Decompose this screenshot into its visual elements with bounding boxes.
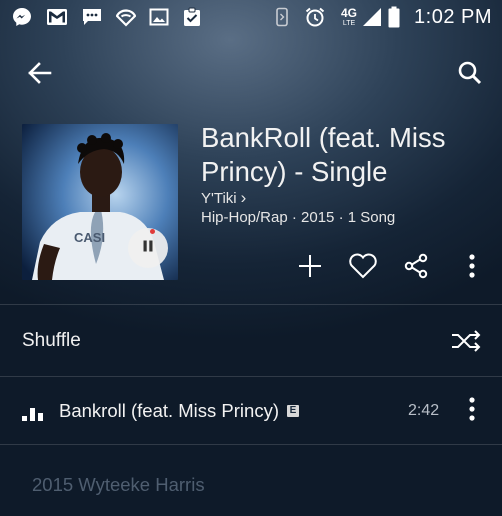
more-options-button[interactable] <box>456 252 488 284</box>
chevron-right-icon: › <box>240 188 247 207</box>
shirt-print-text: CASI <box>74 230 105 245</box>
shuffle-row[interactable]: Shuffle <box>0 306 502 376</box>
signal-icon <box>360 7 384 27</box>
more-vertical-icon <box>468 396 476 427</box>
track-title-text: Bankroll (feat. Miss Princy) <box>59 400 279 421</box>
vibrate-icon <box>271 7 293 27</box>
artist-link[interactable]: Y'Tiki › <box>201 188 246 208</box>
track-more-button[interactable] <box>458 396 486 426</box>
divider <box>0 304 502 305</box>
divider <box>0 444 502 445</box>
pause-button[interactable] <box>128 228 168 268</box>
alarm-icon <box>304 7 326 27</box>
clipboard-check-icon <box>181 7 203 27</box>
status-time: 1:02 PM <box>414 6 492 28</box>
album-meta: Hip-Hop/Rap · 2015 · 1 Song <box>201 209 396 226</box>
network-4g-label: 4G <box>340 6 357 20</box>
divider <box>0 376 502 377</box>
share-button[interactable] <box>400 252 432 284</box>
progress-indicator-dot <box>150 229 155 234</box>
network-type-label: 4G LTE <box>338 7 360 31</box>
search-icon <box>457 60 483 91</box>
sms-icon <box>81 7 103 27</box>
status-bar: 4G LTE 1:02 PM <box>0 0 502 36</box>
shuffle-label: Shuffle <box>22 330 81 351</box>
arrow-left-icon <box>26 61 52 90</box>
artist-name: Y'Tiki <box>201 189 237 207</box>
heart-icon <box>348 253 378 284</box>
now-playing-eq-icon <box>22 404 48 422</box>
shuffle-icon <box>450 329 482 353</box>
plus-icon <box>297 253 323 284</box>
wifi-icon <box>115 7 137 27</box>
messenger-icon <box>11 7 33 27</box>
track-row[interactable]: Bankroll (feat. Miss Princy) E 2:42 <box>0 378 502 444</box>
pause-icon <box>141 239 155 258</box>
track-title: Bankroll (feat. Miss Princy) E <box>59 400 299 422</box>
back-button[interactable] <box>22 58 56 92</box>
album-title: BankRoll (feat. Miss Princy) - Single <box>201 122 446 187</box>
search-button[interactable] <box>453 58 487 92</box>
share-icon <box>403 253 429 284</box>
explicit-badge: E <box>287 405 299 417</box>
like-button[interactable] <box>347 252 379 284</box>
gallery-icon <box>148 7 170 27</box>
battery-icon <box>386 6 402 28</box>
more-vertical-icon <box>468 253 476 284</box>
add-button[interactable] <box>294 252 326 284</box>
copyright-text: 2015 Wyteeke Harris <box>32 474 205 495</box>
network-lte-label: LTE <box>342 20 356 27</box>
gmail-icon <box>46 7 68 27</box>
track-duration: 2:42 <box>408 402 440 419</box>
